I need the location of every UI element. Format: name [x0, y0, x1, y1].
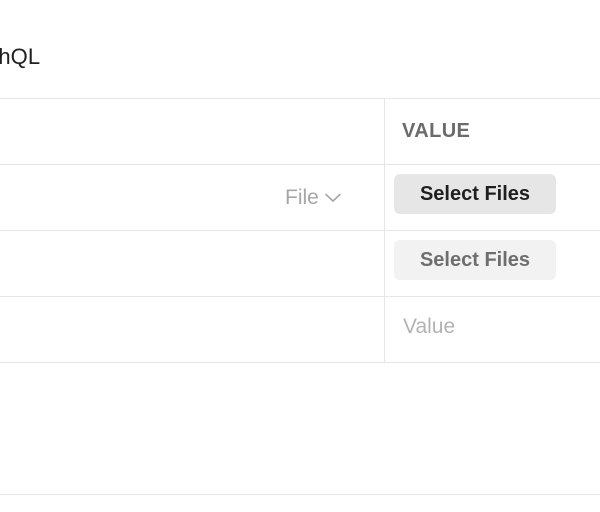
row-divider — [0, 296, 600, 297]
select-files-button[interactable]: Select Files — [394, 240, 556, 280]
param-type-dropdown[interactable]: File — [285, 184, 341, 212]
param-type-label: File — [285, 186, 319, 209]
value-column-header: VALUE — [402, 120, 471, 142]
table-top-divider — [0, 98, 600, 99]
graphql-tab-label[interactable]: phQL — [0, 44, 40, 70]
column-divider — [384, 99, 385, 363]
param-value-input[interactable] — [394, 306, 600, 348]
body-editor-panel: phQL VALUE File Select Files Select File… — [0, 0, 600, 512]
chevron-down-icon — [325, 193, 341, 203]
row-divider — [0, 230, 600, 231]
select-files-button[interactable]: Select Files — [394, 174, 556, 214]
footer-divider — [0, 494, 600, 495]
row-divider — [0, 164, 600, 165]
table-bottom-divider — [0, 362, 600, 363]
